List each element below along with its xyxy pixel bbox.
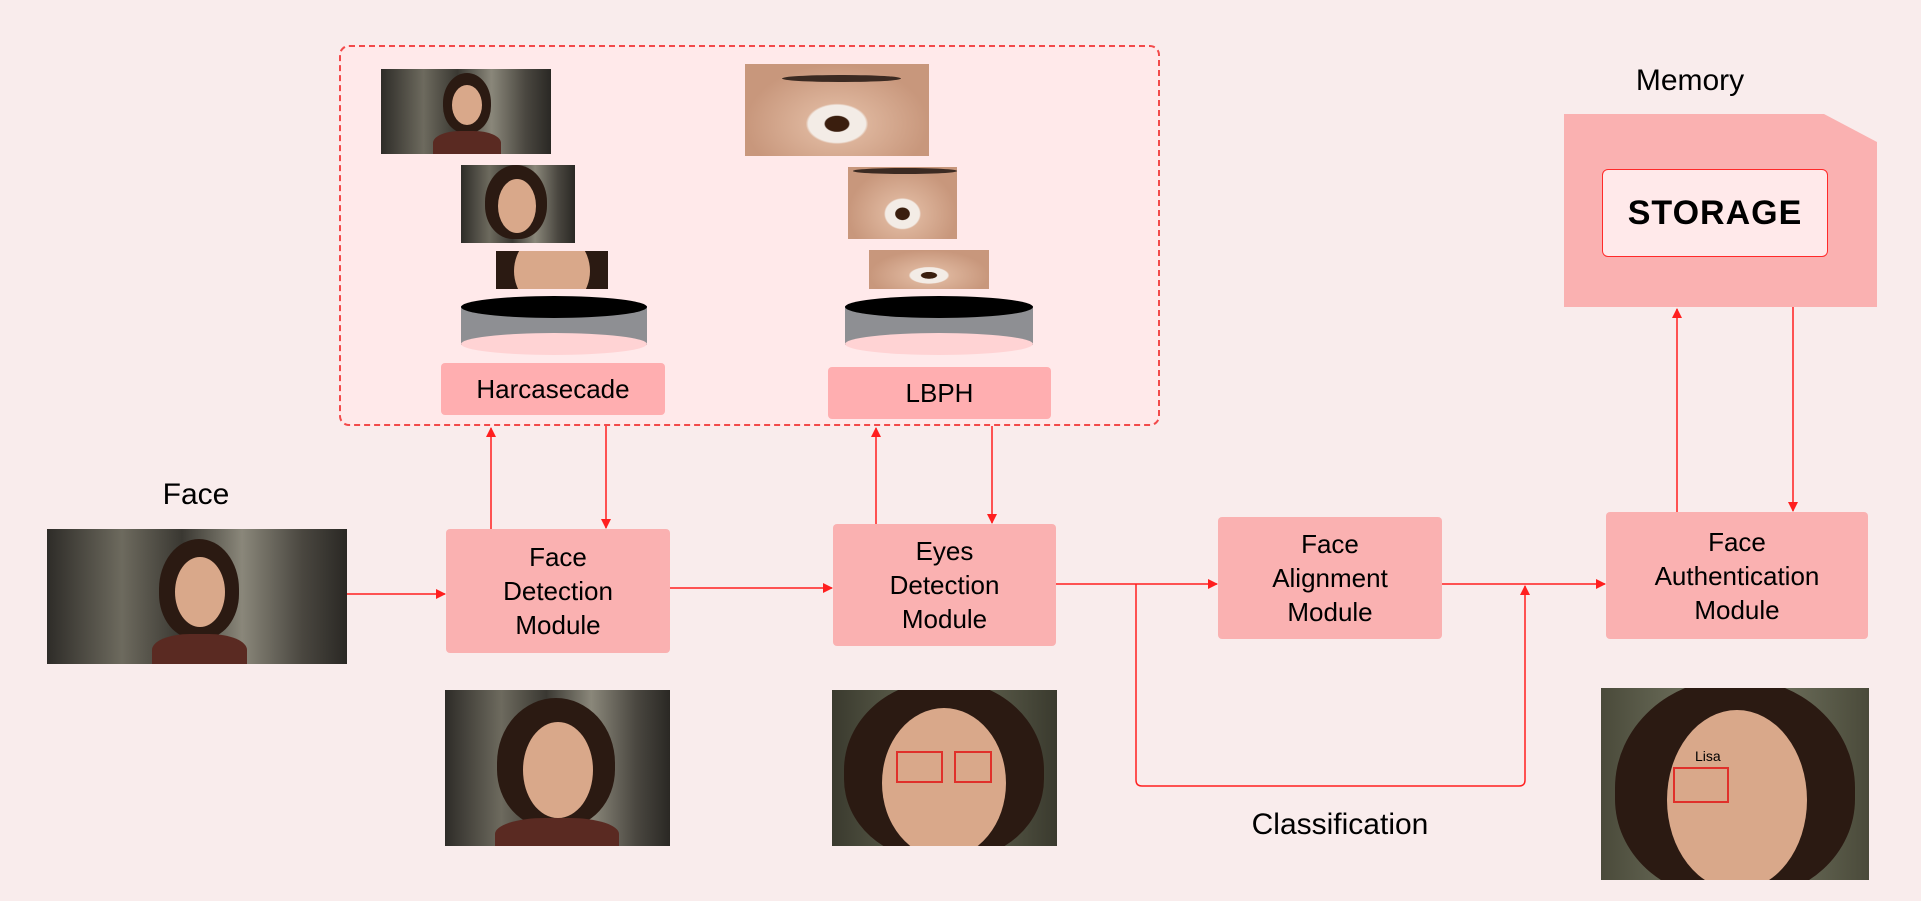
classification-loop — [1135, 584, 1530, 787]
connector-arrows — [347, 307, 1798, 787]
